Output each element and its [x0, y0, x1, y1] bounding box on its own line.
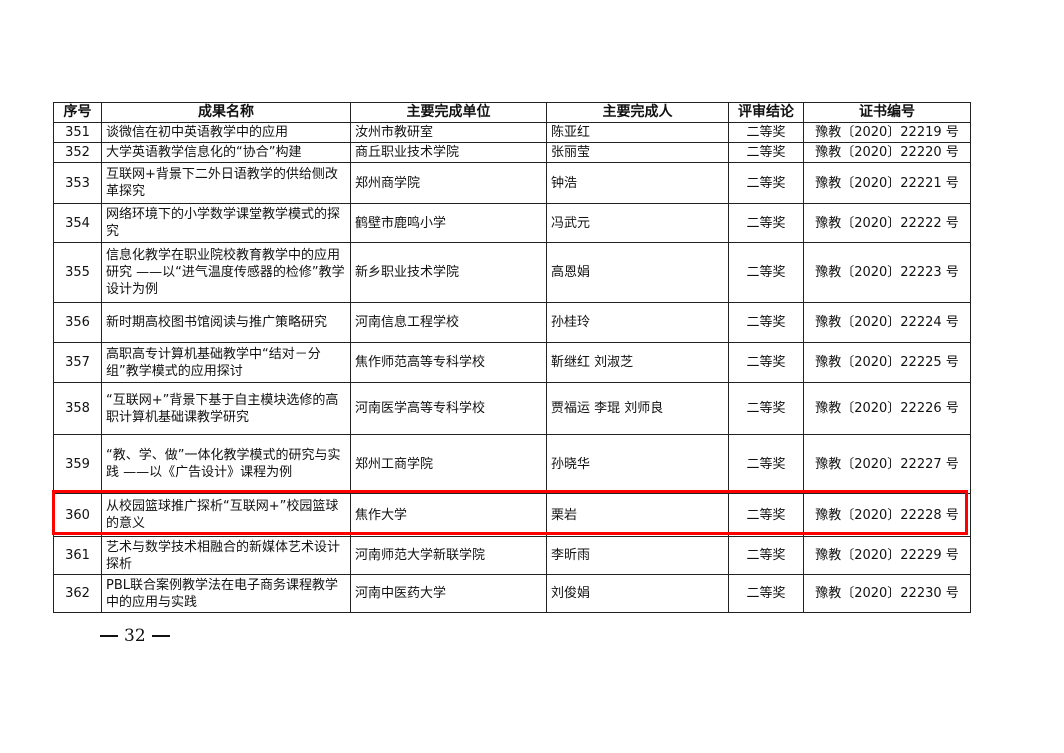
- table-row: 355 信息化教学在职业院校教育教学中的应用研究 ——以“进气温度传感器的检修”…: [53, 242, 971, 303]
- page-number-text: 32: [124, 626, 146, 646]
- row-unit: 商丘职业技术学院: [350, 142, 547, 163]
- row-name: 谈微信在初中英语教学中的应用: [101, 122, 351, 143]
- row-name: 艺术与数学技术相融合的新媒体艺术设计探析: [101, 536, 351, 575]
- row-level: 二等奖: [728, 203, 804, 243]
- row-name: 信息化教学在职业院校教育教学中的应用研究 ——以“进气温度传感器的检修”教学设计…: [101, 242, 351, 303]
- row-cert: 豫教〔2020〕22219 号: [803, 122, 971, 143]
- row-no: 351: [53, 122, 102, 143]
- header-name: 成果名称: [101, 102, 351, 123]
- row-level: 二等奖: [728, 382, 804, 435]
- header-cert: 证书编号: [803, 102, 971, 123]
- row-cert: 豫教〔2020〕22229 号: [803, 536, 971, 575]
- row-cert: 豫教〔2020〕22227 号: [803, 434, 971, 494]
- dash-right: [151, 635, 170, 637]
- row-person: 钟浩: [546, 162, 729, 204]
- row-person: 高恩娟: [546, 242, 729, 303]
- row-cert: 豫教〔2020〕22226 号: [803, 382, 971, 435]
- row-cert: 豫教〔2020〕22222 号: [803, 203, 971, 243]
- row-no: 357: [53, 342, 102, 383]
- row-person: 靳继红 刘淑芝: [546, 342, 729, 383]
- row-name: PBL联合案例教学法在电子商务课程教学中的应用与实践: [101, 574, 351, 613]
- row-cert: 豫教〔2020〕22230 号: [803, 574, 971, 613]
- table-row: 358 “互联网+”背景下基于自主模块选修的高职计算机基础课教学研究 河南医学高…: [53, 382, 971, 435]
- row-unit: 焦作大学: [350, 493, 547, 537]
- page-number: 32: [100, 626, 190, 646]
- row-cert: 豫教〔2020〕22221 号: [803, 162, 971, 204]
- row-cert: 豫教〔2020〕22223 号: [803, 242, 971, 303]
- row-unit: 新乡职业技术学院: [350, 242, 547, 303]
- row-cert: 豫教〔2020〕22228 号: [803, 493, 971, 537]
- row-person: 陈亚红: [546, 122, 729, 143]
- row-unit: 河南医学高等专科学校: [350, 382, 547, 435]
- table-row: 354 网络环境下的小学数学课堂教学模式的探究 鹤壁市鹿鸣小学 冯武元 二等奖 …: [53, 203, 971, 243]
- row-level: 二等奖: [728, 242, 804, 303]
- dash-left: [100, 635, 118, 637]
- table-row: 356 新时期高校图书馆阅读与推广策略研究 河南信息工程学校 孙桂玲 二等奖 豫…: [53, 302, 971, 343]
- table-row: 357 高职高专计算机基础教学中“结对－分组”教学模式的应用探讨 焦作师范高等专…: [53, 342, 971, 383]
- table-row: 361 艺术与数学技术相融合的新媒体艺术设计探析 河南师范大学新联学院 李昕雨 …: [53, 536, 971, 575]
- row-no: 354: [53, 203, 102, 243]
- row-no: 362: [53, 574, 102, 613]
- row-name: 网络环境下的小学数学课堂教学模式的探究: [101, 203, 351, 243]
- row-person: 张丽莹: [546, 142, 729, 163]
- row-cert: 豫教〔2020〕22225 号: [803, 342, 971, 383]
- row-person: 栗岩: [546, 493, 729, 537]
- header-level: 评审结论: [728, 102, 804, 123]
- row-no: 359: [53, 434, 102, 494]
- awards-table: 序号 成果名称 主要完成单位 主要完成人 评审结论 证书编号 351 谈微信在初…: [53, 102, 971, 613]
- row-unit: 郑州工商学院: [350, 434, 547, 494]
- row-unit: 河南信息工程学校: [350, 302, 547, 343]
- row-name: 新时期高校图书馆阅读与推广策略研究: [101, 302, 351, 343]
- table-header-row: 序号 成果名称 主要完成单位 主要完成人 评审结论 证书编号: [53, 102, 971, 123]
- row-cert: 豫教〔2020〕22220 号: [803, 142, 971, 163]
- table-row: 352 大学英语教学信息化的“协合”构建 商丘职业技术学院 张丽莹 二等奖 豫教…: [53, 142, 971, 163]
- row-level: 二等奖: [728, 574, 804, 613]
- row-cert: 豫教〔2020〕22224 号: [803, 302, 971, 343]
- row-no: 353: [53, 162, 102, 204]
- row-name: “互联网+”背景下基于自主模块选修的高职计算机基础课教学研究: [101, 382, 351, 435]
- row-unit: 焦作师范高等专科学校: [350, 342, 547, 383]
- table-row-highlighted: 360 从校园篮球推广探析“互联网+”校园篮球的意义 焦作大学 栗岩 二等奖 豫…: [53, 493, 971, 537]
- header-unit: 主要完成单位: [350, 102, 547, 123]
- row-level: 二等奖: [728, 302, 804, 343]
- row-unit: 郑州商学院: [350, 162, 547, 204]
- row-unit: 鹤壁市鹿鸣小学: [350, 203, 547, 243]
- table-row: 359 “教、学、做”一体化教学模式的研究与实践 ——以《广告设计》课程为例 郑…: [53, 434, 971, 494]
- row-person: 孙晓华: [546, 434, 729, 494]
- row-level: 二等奖: [728, 142, 804, 163]
- row-level: 二等奖: [728, 162, 804, 204]
- header-no: 序号: [53, 102, 102, 123]
- row-no: 352: [53, 142, 102, 163]
- row-unit: 河南中医药大学: [350, 574, 547, 613]
- row-level: 二等奖: [728, 342, 804, 383]
- row-name: 大学英语教学信息化的“协合”构建: [101, 142, 351, 163]
- row-name: 从校园篮球推广探析“互联网+”校园篮球的意义: [101, 493, 351, 537]
- row-unit: 河南师范大学新联学院: [350, 536, 547, 575]
- table-row: 353 互联网+背景下二外日语教学的供给侧改革探究 郑州商学院 钟浩 二等奖 豫…: [53, 162, 971, 204]
- row-no: 356: [53, 302, 102, 343]
- row-level: 二等奖: [728, 493, 804, 537]
- row-person: 刘俊娟: [546, 574, 729, 613]
- row-name: 高职高专计算机基础教学中“结对－分组”教学模式的应用探讨: [101, 342, 351, 383]
- table-row: 362 PBL联合案例教学法在电子商务课程教学中的应用与实践 河南中医药大学 刘…: [53, 574, 971, 613]
- row-person: 孙桂玲: [546, 302, 729, 343]
- row-no: 355: [53, 242, 102, 303]
- row-person: 冯武元: [546, 203, 729, 243]
- row-person: 贾福运 李琨 刘师良: [546, 382, 729, 435]
- table-row: 351 谈微信在初中英语教学中的应用 汝州市教研室 陈亚红 二等奖 豫教〔202…: [53, 122, 971, 143]
- row-level: 二等奖: [728, 434, 804, 494]
- row-unit: 汝州市教研室: [350, 122, 547, 143]
- row-level: 二等奖: [728, 122, 804, 143]
- row-name: 互联网+背景下二外日语教学的供给侧改革探究: [101, 162, 351, 204]
- row-no: 360: [53, 493, 102, 537]
- row-no: 361: [53, 536, 102, 575]
- row-name: “教、学、做”一体化教学模式的研究与实践 ——以《广告设计》课程为例: [101, 434, 351, 494]
- row-person: 李昕雨: [546, 536, 729, 575]
- row-no: 358: [53, 382, 102, 435]
- row-level: 二等奖: [728, 536, 804, 575]
- header-person: 主要完成人: [546, 102, 729, 123]
